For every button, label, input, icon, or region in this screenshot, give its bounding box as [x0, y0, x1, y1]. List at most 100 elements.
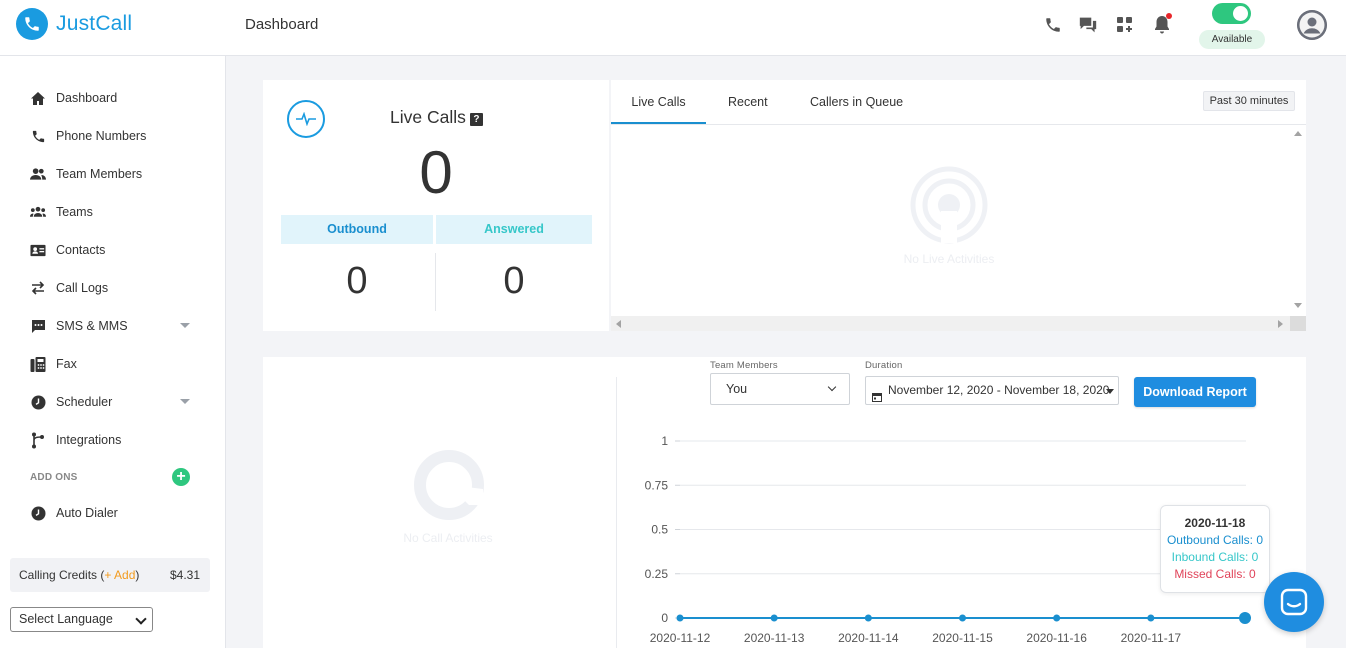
add-addon-plus-icon[interactable]: +: [172, 468, 190, 486]
sidebar-item-label: Contacts: [56, 243, 106, 257]
outbound-header: Outbound: [281, 215, 433, 244]
scroll-up-icon[interactable]: [1294, 131, 1302, 136]
sidebar-item-label: Dashboard: [56, 91, 118, 105]
avatar-icon[interactable]: [1297, 10, 1327, 40]
bell-icon[interactable]: [1151, 13, 1173, 36]
sidebar-item-sms-mms[interactable]: SMS & MMS: [30, 315, 200, 337]
scroll-down-icon[interactable]: [1294, 303, 1302, 308]
empty-state-text: No Live Activities: [903, 252, 995, 266]
answered-header: Answered: [436, 215, 592, 244]
sidebar-item-label: Integrations: [56, 433, 122, 447]
availability-badge: Available: [1199, 30, 1265, 49]
pulse-icon: [287, 100, 325, 138]
tooltip-date: 2020-11-18: [1184, 516, 1246, 530]
sidebar-item-label: Call Logs: [56, 281, 109, 295]
data-point: [1239, 612, 1251, 624]
availability-toggle[interactable]: [1212, 3, 1251, 24]
sidebar-item-teams[interactable]: Teams: [30, 201, 200, 223]
credits-label-close: ): [135, 568, 140, 582]
sidebar-item-call-logs[interactable]: Call Logs: [30, 277, 200, 299]
chat-widget-icon: [1280, 588, 1308, 616]
page-title: Dashboard: [245, 16, 319, 33]
tooltip-inbound: Inbound Calls: 0: [1171, 550, 1259, 564]
sidebar-item-integrations[interactable]: Integrations: [30, 429, 200, 451]
phone-icon: [30, 128, 46, 144]
y-tick-label: 0.25: [645, 567, 669, 581]
logo-phone-icon: [16, 8, 48, 40]
apps-icon[interactable]: [1114, 14, 1136, 36]
time-range-button[interactable]: Past 30 minutes: [1203, 91, 1295, 111]
tab-callers-in-queue[interactable]: Callers in Queue: [810, 80, 903, 124]
chevron-down-icon[interactable]: [180, 323, 190, 328]
live-calls-title-text: Live Calls: [390, 107, 466, 127]
sidebar-item-label: Scheduler: [56, 395, 113, 409]
scroll-left-icon[interactable]: [616, 320, 621, 328]
outbound-count: 0: [346, 260, 368, 302]
data-point: [1053, 614, 1061, 622]
y-tick-label: 0: [661, 611, 668, 625]
vertical-scrollbar[interactable]: [1290, 125, 1306, 317]
x-tick-label: 2020-11-16: [1026, 631, 1087, 645]
sidebar-item-fax[interactable]: Fax: [30, 353, 200, 375]
credits-label-text: Calling Credits (: [19, 568, 105, 582]
sidebar-item-auto-dialer[interactable]: Auto Dialer: [30, 502, 200, 524]
chart-tooltip: 2020-11-18 Outbound Calls: 0 Inbound Cal…: [1160, 505, 1270, 593]
fax-icon: [30, 356, 46, 372]
scroll-corner: [1290, 316, 1306, 331]
live-calls-count: 0: [419, 139, 453, 206]
sidebar-item-label: Teams: [56, 205, 93, 219]
tooltip-missed: Missed Calls: 0: [1174, 567, 1256, 581]
data-point: [770, 614, 778, 622]
calling-credits: Calling Credits (+ Add) $4.31: [10, 558, 210, 592]
x-tick-label: 2020-11-12: [650, 631, 711, 645]
teams-icon: [30, 204, 46, 220]
phone-icon[interactable]: [1042, 14, 1064, 36]
credits-amount: $4.31: [169, 568, 200, 582]
data-point: [1147, 614, 1155, 622]
integrations-icon: [30, 432, 46, 448]
app-logo[interactable]: JustCall: [16, 8, 132, 40]
contacts-icon: [30, 242, 46, 258]
scroll-right-icon[interactable]: [1278, 320, 1283, 328]
data-point: [676, 614, 684, 622]
sidebar-item-label: Team Members: [56, 167, 143, 181]
live-calls-title: Live Calls?: [390, 107, 483, 128]
data-point: [864, 614, 872, 622]
sidebar-item-team-members[interactable]: Team Members: [30, 163, 200, 185]
tab-live-calls[interactable]: Live Calls: [611, 80, 706, 124]
chat-launcher-button[interactable]: [1264, 572, 1324, 632]
chat-icon[interactable]: [1077, 14, 1099, 36]
app-name: JustCall: [56, 12, 133, 35]
team-members-icon: [30, 166, 46, 182]
tab-recent[interactable]: Recent: [728, 80, 768, 124]
sidebar-item-dashboard[interactable]: Dashboard: [30, 87, 200, 109]
language-select[interactable]: Select Language: [10, 607, 153, 632]
help-icon[interactable]: ?: [469, 113, 483, 126]
credits-label: Calling Credits (+ Add): [19, 568, 139, 582]
tooltip-outbound: Outbound Calls: 0: [1166, 533, 1264, 547]
live-calls-card: Live Calls? 0 Outbound Answered 0 0: [263, 80, 609, 331]
x-tick-label: 2020-11-15: [932, 631, 993, 645]
sidebar-item-label: SMS & MMS: [56, 319, 128, 333]
sidebar: Dashboard Phone Numbers Team Members Tea…: [0, 56, 226, 648]
x-tick-label: 2020-11-14: [838, 631, 899, 645]
sidebar-item-label: Phone Numbers: [56, 129, 147, 143]
sidebar-item-label: Auto Dialer: [56, 506, 118, 520]
answered-count: 0: [503, 260, 525, 302]
sidebar-item-phone-numbers[interactable]: Phone Numbers: [30, 125, 200, 147]
top-header: JustCall Dashboard Available: [0, 0, 1346, 56]
y-tick-label: 0.75: [645, 478, 669, 492]
sidebar-item-contacts[interactable]: Contacts: [30, 239, 200, 261]
sidebar-item-scheduler[interactable]: Scheduler: [30, 391, 200, 413]
x-tick-label: 2020-11-13: [744, 631, 805, 645]
x-tick-label: 2020-11-17: [1121, 631, 1182, 645]
horizontal-scrollbar[interactable]: [611, 316, 1290, 331]
clock-icon: [30, 394, 46, 410]
add-credits-link[interactable]: + Add: [104, 568, 135, 582]
chevron-down-icon[interactable]: [180, 399, 190, 404]
arrows-icon: [30, 280, 46, 296]
calls-line-chart: 1 0.75 0.5 0.25 0 2020-11-12 2020-11-13 2020-11…: [645, 434, 1251, 645]
addons-heading: ADD ONS: [30, 472, 78, 483]
tabs-border: [611, 124, 1306, 125]
activity-card: Live Calls Recent Callers in Queue Past …: [611, 80, 1306, 331]
